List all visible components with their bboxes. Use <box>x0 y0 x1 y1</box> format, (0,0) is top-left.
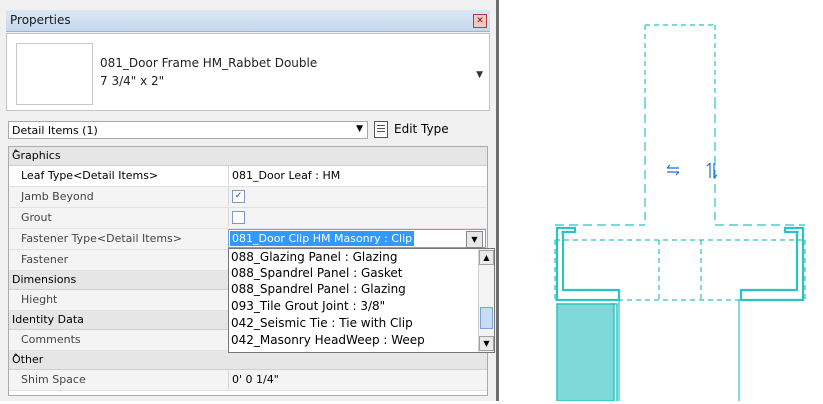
param-name: Jamb Beyond <box>21 190 94 203</box>
detail-drawing <box>554 24 806 402</box>
stop-line <box>658 240 702 300</box>
collapse-chevron-icon[interactable]: ⌃ <box>12 353 479 363</box>
dropdown-option[interactable]: 088_Glazing Panel : Glazing <box>231 250 397 264</box>
dropdown-arrow-icon[interactable]: ▼ <box>476 70 483 80</box>
dropdown-arrow-icon[interactable]: ▼ <box>356 124 363 134</box>
dropdown-scrollbar[interactable]: ▲ ▼ <box>478 249 494 352</box>
param-row-leaf-type: Leaf Type<Detail Items> 081_Door Leaf : … <box>9 166 487 187</box>
flip-horizontal-icon <box>666 164 680 176</box>
type-selector[interactable]: 081_Door Frame HM_Rabbet Double 7 3/4" x… <box>6 33 490 111</box>
edit-type-icon <box>374 121 388 138</box>
type-size: 7 3/4" x 2" <box>100 74 165 88</box>
dropdown-option[interactable]: 042_Masonry HeadWeep : Weep <box>231 333 425 347</box>
scroll-down-icon[interactable]: ▼ <box>479 336 494 351</box>
param-value-field[interactable]: 081_Door Leaf : HM <box>228 166 487 185</box>
dropdown-option[interactable]: 088_Spandrel Panel : Gasket <box>231 266 402 280</box>
param-name: Hieght <box>21 293 58 306</box>
param-name: Leaf Type<Detail Items> <box>21 169 159 182</box>
instance-filter-dropdown[interactable]: Detail Items (1) ▼ <box>8 121 368 139</box>
jamb-line <box>618 300 740 401</box>
checkbox-icon[interactable] <box>232 211 245 224</box>
group-label: Dimensions <box>12 273 77 286</box>
selected-value: 081_Door Clip HM Masonry : Clip <box>230 231 415 246</box>
param-value: 081_Door Leaf : HM <box>232 169 341 182</box>
checkbox-icon[interactable]: ✓ <box>232 190 245 203</box>
scrollbar-thumb[interactable] <box>480 307 493 329</box>
group-graphics[interactable]: Graphics ⌃ <box>9 147 487 166</box>
fastener-type-dropdown-list: 088_Glazing Panel : Glazing 088_Spandrel… <box>228 248 495 353</box>
param-row-jamb-beyond: Jamb Beyond ✓ <box>9 187 487 208</box>
param-name: Comments <box>21 333 81 346</box>
edit-type-label: Edit Type <box>394 122 449 136</box>
group-label: Identity Data <box>12 313 84 326</box>
palette-title: Properties <box>10 13 71 27</box>
dropdown-option[interactable]: 042_Seismic Tie : Tie with Clip <box>231 316 413 330</box>
type-preview-thumbnail <box>16 43 93 105</box>
close-icon[interactable]: ✕ <box>473 14 487 28</box>
param-row-grout: Grout <box>9 208 487 229</box>
dropdown-option[interactable]: 088_Spandrel Panel : Glazing <box>231 282 406 296</box>
param-row-shim-space: Shim Space 0' 0 1/4" <box>9 370 487 391</box>
param-value-field[interactable]: 0' 0 1/4" <box>228 370 487 389</box>
param-name: Fastener Type<Detail Items> <box>21 232 182 245</box>
param-name: Shim Space <box>21 373 86 386</box>
flip-controls[interactable] <box>666 162 718 179</box>
hidden-line-leaf <box>644 24 716 100</box>
palette-titlebar[interactable]: Properties ✕ <box>6 10 490 32</box>
group-other[interactable]: Other ⌃ <box>9 351 487 370</box>
filter-label: Detail Items (1) <box>12 124 98 137</box>
drawing-canvas[interactable] <box>499 0 823 402</box>
param-name: Grout <box>21 211 52 224</box>
param-value-field <box>228 208 487 227</box>
frame-profile <box>555 226 805 302</box>
masonry-fill <box>556 303 615 402</box>
param-row-fastener-type: Fastener Type<Detail Items> 081_Door Cli… <box>9 229 487 250</box>
type-name: 081_Door Frame HM_Rabbet Double <box>100 56 318 70</box>
hidden-line-jamb <box>644 100 716 220</box>
dropdown-option[interactable]: 093_Tile Grout Joint : 3/8" <box>231 299 385 313</box>
param-value-field: ✓ <box>228 187 487 206</box>
dropdown-arrow-icon[interactable]: ▼ <box>466 231 483 248</box>
fastener-type-combobox[interactable]: 081_Door Clip HM Masonry : Clip ▼ <box>228 229 486 248</box>
param-value: 0' 0 1/4" <box>232 373 279 386</box>
param-name: Fastener <box>21 253 69 266</box>
scroll-up-icon[interactable]: ▲ <box>479 250 494 265</box>
collapse-chevron-icon[interactable]: ⌃ <box>12 149 479 159</box>
properties-palette: Properties ✕ 081_Door Frame HM_Rabbet Do… <box>0 0 496 401</box>
